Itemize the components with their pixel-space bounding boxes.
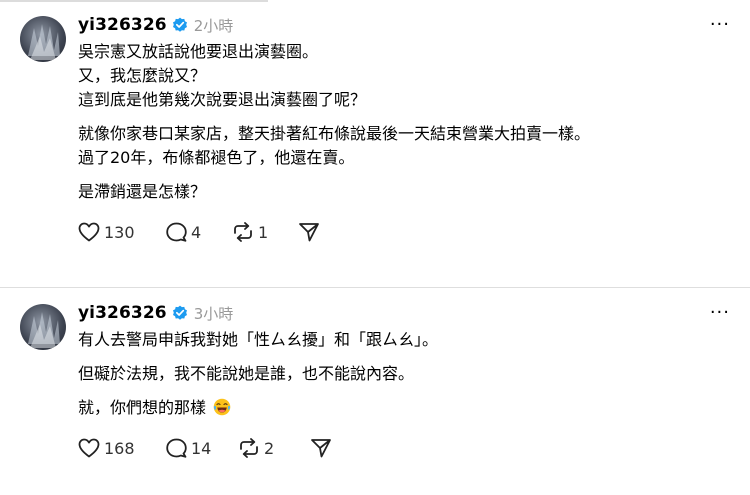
comment-count: 14 xyxy=(191,438,212,458)
post-time: 3小時 xyxy=(193,304,234,323)
post-text-line: 就像你家巷口某家店，整天掛著紅布條說最後一天結束營業大拍賣一樣。 xyxy=(78,124,591,143)
post-text-line: 是滯銷還是怎樣？ xyxy=(78,182,207,201)
post-text-line: 又，我怎麼說又？ xyxy=(78,66,207,85)
post-text-line: 就，你們想的那樣 xyxy=(78,396,730,420)
share-button[interactable] xyxy=(298,222,320,242)
post-text-line: 這到底是他第幾次說要退出演藝圈了呢？ xyxy=(78,90,367,109)
heart-icon xyxy=(78,438,100,458)
verified-badge-icon xyxy=(172,17,188,33)
post-actions: 130 4 1 xyxy=(78,220,730,244)
top-scroll-indicator xyxy=(0,0,268,2)
send-icon xyxy=(310,438,332,458)
username[interactable]: yi326326 xyxy=(78,15,167,35)
verified-badge-icon xyxy=(172,305,188,321)
post-text-line: 但礙於法規，我不能說她是誰，也不能說內容。 xyxy=(78,364,415,383)
username[interactable]: yi326326 xyxy=(78,303,167,323)
like-count: 130 xyxy=(104,222,135,242)
heart-icon xyxy=(78,222,100,242)
repost-button[interactable]: 1 xyxy=(232,222,298,242)
repost-icon xyxy=(232,222,254,242)
share-button[interactable] xyxy=(310,438,332,458)
avatar[interactable] xyxy=(20,16,66,62)
post-body: 有人去警局申訴我對她「性ㄙㄠ擾」和「跟ㄙㄠ」。 但礙於法規，我不能說她是誰，也不… xyxy=(78,328,730,420)
more-options-button[interactable]: ··· xyxy=(710,14,730,36)
repost-count: 1 xyxy=(258,222,269,242)
post-text-line: 有人去警局申訴我對她「性ㄙㄠ擾」和「跟ㄙㄠ」。 xyxy=(78,330,439,349)
more-options-button[interactable]: ··· xyxy=(710,302,730,324)
laughing-tears-emoji-icon xyxy=(213,398,231,416)
post-body: 吳宗憲又放話說他要退出演藝圈。 又，我怎麼說又？ 這到底是他第幾次說要退出演藝圈… xyxy=(78,40,730,204)
comment-button[interactable]: 4 xyxy=(166,222,232,242)
post-text-line: 過了20年，布條都褪色了，他還在賣。 xyxy=(78,148,355,167)
post-text-line: 吳宗憲又放話說他要退出演藝圈。 xyxy=(78,42,319,61)
comment-count: 4 xyxy=(191,222,202,242)
repost-icon xyxy=(238,438,260,458)
post-text: 就，你們想的那樣 xyxy=(78,398,207,417)
post-divider xyxy=(0,287,750,288)
repost-count: 2 xyxy=(264,438,275,458)
post-header: yi326326 2小時 ··· xyxy=(78,14,730,36)
like-button[interactable]: 130 xyxy=(78,222,166,242)
repost-button[interactable]: 2 xyxy=(238,438,310,458)
like-button[interactable]: 168 xyxy=(78,438,166,458)
comment-button[interactable]: 14 xyxy=(166,438,238,458)
post-time: 2小時 xyxy=(193,16,234,35)
post-actions: 168 14 2 xyxy=(78,436,730,460)
like-count: 168 xyxy=(104,438,135,458)
avatar[interactable] xyxy=(20,304,66,350)
post-header: yi326326 3小時 ··· xyxy=(78,302,730,324)
speech-bubble-icon xyxy=(166,438,187,458)
speech-bubble-icon xyxy=(166,222,187,242)
send-icon xyxy=(298,222,320,242)
